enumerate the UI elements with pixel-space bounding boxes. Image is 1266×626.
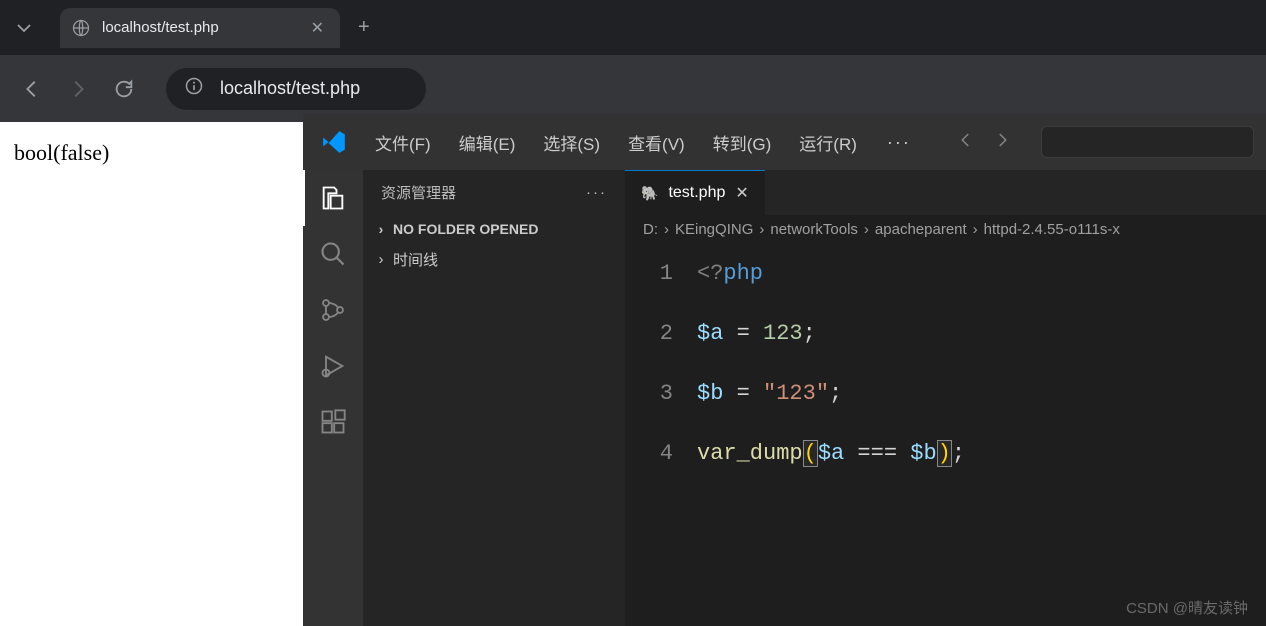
activity-bar [303,170,363,626]
editor-tabs: 🐘 test.php ✕ [625,170,1266,215]
breadcrumb[interactable]: D:› KEingQING› networkTools› apacheparen… [625,215,1266,244]
code-area[interactable]: 1 2 3 4 <?php $a = 123; $b = "123"; var_… [625,244,1266,626]
menu-select[interactable]: 选择(S) [529,124,614,161]
menu-edit[interactable]: 编辑(E) [445,124,530,161]
breadcrumb-part[interactable]: KEingQING [675,221,753,238]
code-line-3[interactable]: $b = "123"; [697,376,1266,436]
menu-more-icon[interactable]: ··· [871,132,927,153]
nav-back-icon[interactable] [957,131,975,154]
breadcrumb-part[interactable]: apacheparent [875,221,967,238]
active-indicator [303,170,305,226]
code-line-2[interactable]: $a = 123; [697,316,1266,376]
code-line-4[interactable]: var_dump($a === $b); [697,436,1266,496]
menu-run[interactable]: 运行(R) [785,124,871,161]
code-lines[interactable]: <?php $a = 123; $b = "123"; var_dump($a … [697,256,1266,626]
url-text: localhost/test.php [220,78,360,99]
breadcrumb-part[interactable]: networkTools [770,221,858,238]
command-center[interactable] [1041,126,1254,158]
sidebar-header: 资源管理器 ··· [363,170,625,215]
code-line-1[interactable]: <?php [697,256,1266,316]
chevron-right-icon: › [373,251,389,268]
chevron-right-icon: › [373,221,389,237]
new-tab-button[interactable]: + [340,16,388,39]
vscode-window: 文件(F) 编辑(E) 选择(S) 查看(V) 转到(G) 运行(R) ··· [303,114,1266,626]
globe-icon [72,19,90,37]
browser-tab[interactable]: localhost/test.php ✕ [60,8,340,48]
browser-tab-bar: localhost/test.php ✕ + [0,0,1266,55]
sidebar-more-icon[interactable]: ··· [586,184,607,201]
menu-file[interactable]: 文件(F) [361,124,445,161]
debug-icon[interactable] [317,350,349,382]
page-output: bool(false) [14,140,289,166]
vscode-menubar: 文件(F) 编辑(E) 选择(S) 查看(V) 转到(G) 运行(R) ··· [303,114,1266,170]
breadcrumb-part[interactable]: httpd-2.4.55-o111s-x [984,221,1120,238]
forward-button[interactable] [64,75,92,103]
browser-chrome: localhost/test.php ✕ + localhost/test.ph… [0,0,1266,122]
info-icon[interactable] [184,76,204,101]
source-control-icon[interactable] [317,294,349,326]
menu-go[interactable]: 转到(G) [699,124,786,161]
reload-button[interactable] [110,75,138,103]
sidebar: 资源管理器 ··· › NO FOLDER OPENED › 时间线 [363,170,625,626]
editor-tab[interactable]: 🐘 test.php ✕ [625,170,765,215]
sidebar-no-folder[interactable]: › NO FOLDER OPENED [363,215,625,243]
back-button[interactable] [18,75,46,103]
url-box[interactable]: localhost/test.php [166,68,426,110]
close-icon[interactable]: ✕ [735,183,748,203]
address-bar: localhost/test.php [0,55,1266,122]
explorer-icon[interactable] [317,182,349,214]
vscode-logo-icon [321,129,347,155]
search-icon[interactable] [317,238,349,270]
extensions-icon[interactable] [317,406,349,438]
line-gutter: 1 2 3 4 [625,256,697,626]
sidebar-title: 资源管理器 [381,182,456,203]
menu-view[interactable]: 查看(V) [614,124,699,161]
tab-title: localhost/test.php [102,19,295,36]
php-file-icon: 🐘 [641,185,658,202]
sidebar-timeline[interactable]: › 时间线 [363,243,625,276]
tab-search-dropdown[interactable] [8,12,40,44]
editor-area: 🐘 test.php ✕ D:› KEingQING› networkTools… [625,170,1266,626]
editor-tab-name: test.php [668,184,725,202]
close-icon[interactable]: ✕ [307,18,328,38]
breadcrumb-part[interactable]: D: [643,221,658,238]
page-content: bool(false) [0,122,303,184]
watermark: CSDN @晴友读钟 [1126,597,1248,618]
nav-forward-icon[interactable] [993,131,1011,154]
